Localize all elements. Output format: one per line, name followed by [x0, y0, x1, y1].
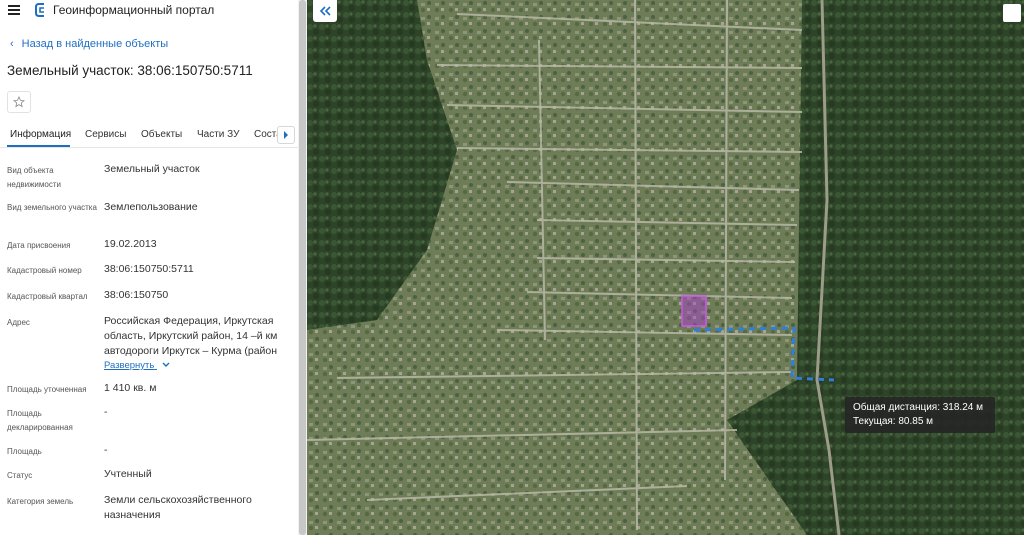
field-label-parcel-type: Вид земельного участка: [7, 203, 97, 212]
hamburger-icon[interactable]: [8, 5, 20, 15]
page-title: Земельный участок: 38:06:150750:5711: [7, 63, 253, 78]
expand-label: Развернуть: [104, 360, 155, 371]
tab-bar: Информация Сервисы Объекты Части ЗУ Сост…: [0, 124, 298, 148]
active-tab-indicator: [7, 145, 70, 147]
map-control-button[interactable]: [1003, 4, 1021, 22]
info-panel: Геоинформационный портал ‹ Назад в найден…: [0, 0, 307, 535]
measure-current: Текущая: 80.85 м: [853, 416, 934, 427]
field-label-land-category: Категория земель: [7, 497, 74, 506]
field-label-area-declared: Площадь декларированная: [7, 409, 73, 432]
field-label-status: Статус: [7, 471, 33, 480]
map-imagery: [307, 0, 1024, 535]
expand-address-link[interactable]: Развернуть: [104, 360, 170, 371]
top-bar: Геоинформационный портал: [0, 0, 298, 22]
field-value-address: Российская Федерация, Иркутская область,…: [104, 315, 278, 357]
tab-information[interactable]: Информация: [10, 129, 71, 140]
app-title: Геоинформационный портал: [53, 3, 215, 17]
panel-scrollbar[interactable]: [298, 0, 307, 535]
chevron-down-icon: [162, 362, 170, 367]
tab-services[interactable]: Сервисы: [85, 129, 126, 140]
measure-total: Общая дистанция: 318.24 м: [853, 402, 983, 413]
field-value-area-refined: 1 410 кв. м: [104, 382, 157, 394]
back-link-label: Назад в найденные объекты: [21, 38, 169, 50]
chevron-right-icon: [284, 131, 288, 139]
field-label-object-type: Вид объекта недвижимости: [7, 166, 61, 189]
satellite-map[interactable]: [307, 0, 1024, 535]
favorite-button[interactable]: [7, 91, 31, 113]
tab-land-parts[interactable]: Части ЗУ: [197, 129, 239, 140]
field-label-assign-date: Дата присвоения: [7, 241, 71, 250]
field-value-assign-date: 19.02.2013: [104, 238, 157, 250]
field-value-cadastral-number: 38:06:150750:5711: [104, 263, 194, 275]
field-label-area-refined: Площадь уточненная: [7, 385, 87, 394]
field-label-address: Адрес: [7, 318, 30, 327]
field-value-area-declared: -: [104, 406, 108, 418]
tab-objects[interactable]: Объекты: [141, 129, 182, 140]
field-value-object-type: Земельный участок: [104, 163, 200, 175]
field-label-cadastral-number: Кадастровый номер: [7, 266, 82, 275]
parcel-highlight: [681, 295, 707, 327]
app-root: Геоинформационный портал ‹ Назад в найден…: [0, 0, 1024, 535]
field-value-parcel-type: Землепользование: [104, 201, 198, 213]
panel-scrollbar-thumb[interactable]: [299, 0, 306, 535]
field-value-area: -: [104, 444, 108, 456]
field-value-status: Учтенный: [104, 468, 152, 480]
double-chevron-left-icon: [319, 6, 331, 16]
measure-tooltip: Общая дистанция: 318.24 м Текущая: 80.85…: [845, 397, 995, 433]
collapse-panel-button[interactable]: [313, 0, 337, 22]
star-icon: [13, 96, 25, 108]
chevron-left-icon: ‹: [10, 38, 14, 50]
field-value-cadastral-quarter: 38:06:150750: [104, 289, 169, 301]
tabs-scroll-right-button[interactable]: [277, 126, 295, 144]
field-value-land-category: Земли сельскохозяйственного назначения: [104, 494, 252, 521]
portal-logo-icon: [35, 3, 44, 17]
field-label-area: Площадь: [7, 447, 42, 456]
back-to-results-link[interactable]: ‹ Назад в найденные объекты: [10, 38, 168, 50]
field-label-cadastral-quarter: Кадастровый квартал: [7, 292, 88, 301]
